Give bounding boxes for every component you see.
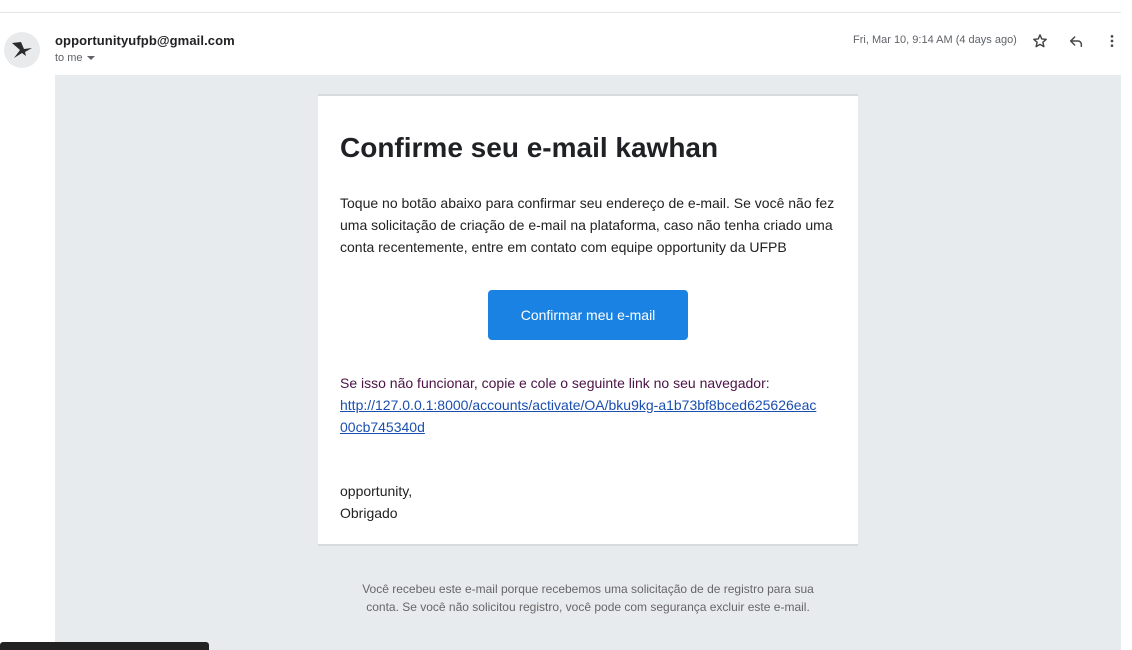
recipient-label: to me: [55, 52, 83, 64]
more-vertical-icon: [1110, 35, 1114, 47]
signature-line-1: opportunity,: [340, 483, 413, 499]
fallback-text: Se isso não funcionar, copie e cole o se…: [340, 375, 770, 391]
activation-link[interactable]: http://127.0.0.1:8000/accounts/activate/…: [340, 397, 816, 435]
footer-line-2: conta. Se você não solicitou registro, v…: [366, 600, 810, 614]
reply-icon: [1069, 36, 1083, 48]
signature-line-2: Obrigado: [340, 505, 398, 521]
reply-button[interactable]: [1066, 31, 1086, 51]
signature: opportunity, Obrigado: [340, 480, 412, 524]
more-options-button[interactable]: [1102, 31, 1122, 51]
bottom-status-bar: [0, 642, 209, 650]
sender-email: opportunityufpb@gmail.com: [55, 33, 235, 48]
confirm-email-button[interactable]: Confirmar meu e-mail: [488, 290, 688, 340]
email-body-text: Toque no botão abaixo para confirmar seu…: [340, 195, 835, 255]
scrollbar-track[interactable]: [1121, 0, 1132, 650]
star-outline-icon: [1033, 34, 1047, 48]
caret-down-icon: [86, 56, 95, 60]
email-card: Confirme seu e-mail kawhan Toque no botã…: [318, 94, 858, 546]
fallback-paragraph: Se isso não funcionar, copie e cole o se…: [340, 372, 820, 438]
top-divider: [0, 12, 1121, 13]
footer-note: Você recebeu este e-mail porque recebemo…: [318, 580, 858, 616]
sender-avatar[interactable]: [4, 32, 40, 68]
message-date: Fri, Mar 10, 9:14 AM (4 days ago): [853, 34, 1017, 46]
recipient-dropdown[interactable]: to me: [55, 52, 95, 64]
bird-logo-icon: [12, 42, 32, 58]
star-button[interactable]: [1030, 31, 1050, 51]
footer-line-1: Você recebeu este e-mail porque recebemo…: [362, 582, 814, 596]
email-title: Confirme seu e-mail kawhan: [340, 132, 719, 163]
